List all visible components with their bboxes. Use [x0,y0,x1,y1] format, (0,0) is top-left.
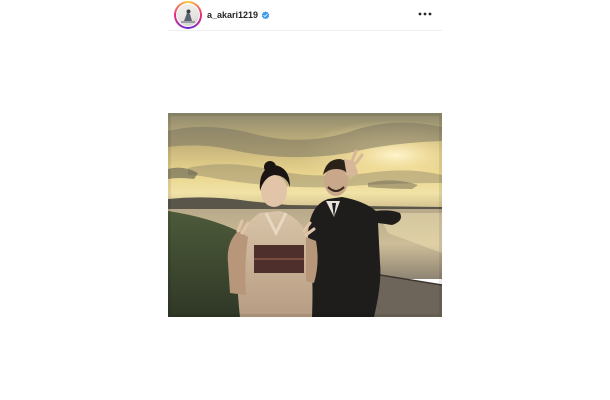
instagram-post: a_akari1219 [0,0,610,400]
username-link[interactable]: a_akari1219 [207,10,258,20]
avatar-inner [176,3,200,27]
avatar[interactable] [174,1,202,29]
avatar-photo [177,4,199,26]
avatar-figure-icon [181,9,195,23]
username-wrap: a_akari1219 [207,10,270,20]
sunset-seaside-photo [168,113,442,317]
post-header: a_akari1219 [168,0,442,31]
more-options-icon[interactable] [418,9,432,19]
verified-badge-icon [261,10,270,19]
post-photo[interactable] [168,113,442,317]
